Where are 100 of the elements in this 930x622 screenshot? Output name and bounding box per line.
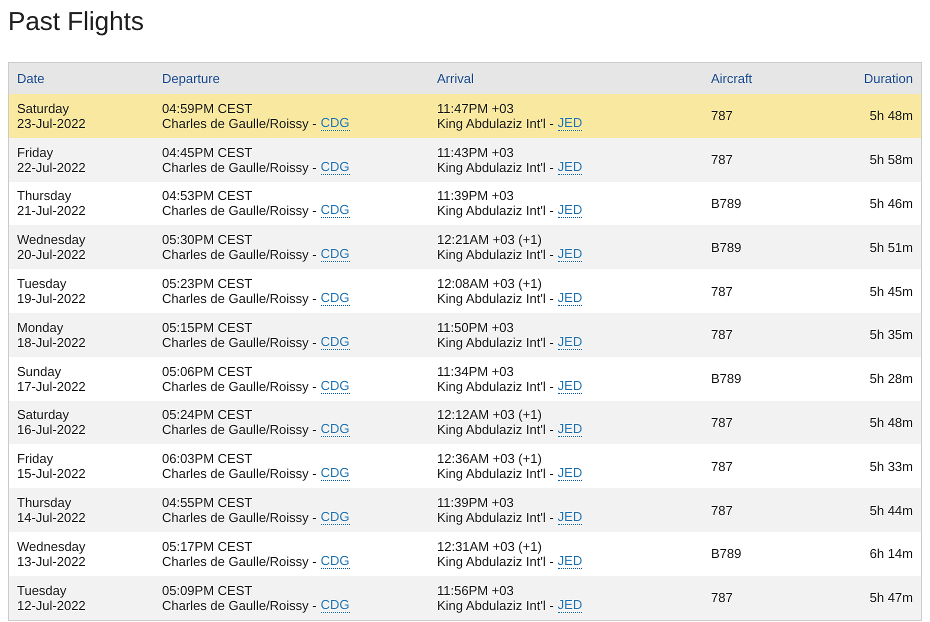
departure-airport: Charles de Gaulle/Roissy -: [162, 422, 317, 438]
arrival-time: 12:08AM +03 (+1): [437, 276, 542, 292]
airport-code-link[interactable]: JED: [558, 510, 582, 526]
airport-code-link[interactable]: CDG: [320, 598, 350, 613]
arrival-airport: King Abdulaziz Int'l -: [437, 203, 554, 218]
flight-duration: 6h 14m: [870, 546, 913, 562]
flight-duration: 5h 46m: [870, 196, 913, 211]
flight-duration: 5h 51m: [870, 240, 913, 255]
flight-duration: 5h 44m: [870, 502, 913, 518]
column-header: Duration: [864, 71, 913, 86]
aircraft-type: 787: [711, 590, 733, 606]
arrival-time: 11:50PM +03: [437, 320, 514, 335]
airport-code-link[interactable]: JED: [558, 160, 582, 175]
aircraft-type: 787: [711, 327, 733, 342]
departure-time: 05:17PM CEST: [162, 538, 252, 554]
column-header: Date: [17, 71, 44, 86]
weekday: Thursday: [17, 188, 72, 204]
arrival-airport: King Abdulaziz Int'l -: [437, 116, 554, 131]
weekday: Sunday: [17, 364, 62, 379]
flight-duration: 5h 35m: [870, 327, 913, 342]
departure-airport: Charles de Gaulle/Roissy -: [162, 378, 317, 394]
arrival-time: 11:39PM +03: [437, 495, 514, 510]
weekday: Saturday: [17, 407, 70, 422]
table-row[interactable]: Thursday 14-Jul-2022 04:55PM CEST Charles de Gaulle/Roissy - CDG 11:39PM +03 King Abdulaziz Int'l - JED 787 5h 44m: [9, 488, 921, 532]
weekday: Tuesday: [17, 276, 66, 292]
departure-airport: Charles de Gaulle/Roissy -: [162, 554, 317, 569]
arrival-time: 12:31AM +03 (+1): [437, 538, 542, 554]
aircraft-type: B789: [711, 546, 742, 562]
flight-date: 15-Jul-2022: [17, 466, 86, 482]
aircraft-type: 787: [711, 414, 733, 430]
airport-code-link[interactable]: CDG: [320, 291, 350, 306]
flight-duration: 5h 48m: [870, 108, 913, 124]
weekday: Thursday: [17, 495, 72, 510]
departure-airport: Charles de Gaulle/Roissy -: [162, 203, 317, 218]
arrival-airport: King Abdulaziz Int'l -: [437, 598, 554, 613]
departure-time: 04:55PM CEST: [162, 495, 252, 510]
table-row[interactable]: Wednesday 20-Jul-2022 05:30PM CEST Charles de Gaulle/Roissy - CDG 12:21AM +03 (+1) King Abdulaziz Int'l - JED B789 5h 51m: [9, 225, 921, 270]
flight-duration: 5h 45m: [870, 284, 913, 299]
flight-date: 13-Jul-2022: [17, 554, 86, 569]
departure-time: 04:45PM CEST: [162, 144, 252, 160]
airport-code-link[interactable]: JED: [558, 554, 582, 569]
arrival-time: 12:21AM +03 (+1): [437, 232, 542, 248]
airport-code-link[interactable]: JED: [558, 598, 582, 613]
table-row[interactable]: Saturday 23-Jul-2022 04:59PM CEST Charles de Gaulle/Roissy - CDG 11:47PM +03 King Abdulaziz Int'l - JED 787 5h 48m: [9, 94, 921, 138]
flight-date: 16-Jul-2022: [17, 422, 86, 438]
departure-time: 05:06PM CEST: [162, 364, 252, 379]
airport-code-link[interactable]: JED: [558, 247, 582, 262]
airport-code-link[interactable]: JED: [558, 291, 582, 306]
aircraft-type: B789: [711, 371, 742, 386]
departure-time: 05:24PM CEST: [162, 407, 252, 422]
airport-code-link[interactable]: CDG: [320, 203, 350, 218]
airport-code-link[interactable]: JED: [558, 466, 582, 482]
airport-code-link[interactable]: CDG: [320, 510, 350, 526]
weekday: Saturday: [17, 100, 70, 116]
flight-date: 17-Jul-2022: [17, 378, 86, 394]
departure-time: 04:59PM CEST: [162, 100, 252, 116]
airport-code-link[interactable]: CDG: [320, 160, 350, 175]
aircraft-type: 787: [711, 458, 733, 474]
column-header: Aircraft: [711, 71, 752, 86]
aircraft-type: 787: [711, 502, 733, 518]
airport-code-link[interactable]: JED: [558, 378, 582, 394]
table-row[interactable]: Monday 18-Jul-2022 05:15PM CEST Charles de Gaulle/Roissy - CDG 11:50PM +03 King Abdulaziz Int'l - JED 787 5h 35m: [9, 312, 921, 357]
airport-code-link[interactable]: CDG: [320, 116, 350, 131]
flight-date: 20-Jul-2022: [17, 247, 86, 262]
departure-airport: Charles de Gaulle/Roissy -: [162, 466, 317, 482]
departure-airport: Charles de Gaulle/Roissy -: [162, 160, 317, 175]
arrival-time: 11:39PM +03: [437, 188, 514, 204]
departure-airport: Charles de Gaulle/Roissy -: [162, 334, 317, 350]
departure-time: 05:30PM CEST: [162, 232, 252, 248]
weekday: Monday: [17, 320, 64, 335]
weekday: Friday: [17, 451, 54, 466]
weekday: Wednesday: [17, 232, 86, 248]
flight-duration: 5h 48m: [870, 414, 913, 430]
arrival-airport: King Abdulaziz Int'l -: [437, 378, 554, 394]
departure-airport: Charles de Gaulle/Roissy -: [162, 116, 317, 131]
table-row[interactable]: Tuesday 12-Jul-2022 05:09PM CEST Charles de Gaulle/Roissy - CDG 11:56PM +03 King Abdulaziz Int'l - JED 787 5h 47m: [9, 576, 921, 620]
table-row[interactable]: Friday 22-Jul-2022 04:45PM CEST Charles de Gaulle/Roissy - CDG 11:43PM +03 King Abdulaziz Int'l - JED 787 5h 58m: [9, 138, 921, 182]
airport-code-link[interactable]: CDG: [320, 334, 350, 350]
airport-code-link[interactable]: JED: [558, 422, 582, 438]
arrival-time: 11:34PM +03: [437, 364, 514, 379]
weekday: Wednesday: [17, 538, 86, 554]
table-row[interactable]: Thursday 21-Jul-2022 04:53PM CEST Charles de Gaulle/Roissy - CDG 11:39PM +03 King Abdulaziz Int'l - JED B789 5h 46m: [9, 182, 921, 226]
airport-code-link[interactable]: CDG: [320, 378, 350, 394]
flight-date: 12-Jul-2022: [17, 598, 86, 613]
airport-code-link[interactable]: JED: [558, 116, 582, 131]
airport-code-link[interactable]: CDG: [320, 554, 350, 569]
airport-code-link[interactable]: CDG: [320, 247, 350, 262]
flight-date: 23-Jul-2022: [17, 116, 86, 131]
airport-code-link[interactable]: CDG: [320, 422, 350, 438]
arrival-airport: King Abdulaziz Int'l -: [437, 247, 554, 262]
arrival-airport: King Abdulaziz Int'l -: [437, 291, 554, 306]
flight-date: 19-Jul-2022: [17, 291, 86, 306]
column-header: Departure: [162, 71, 220, 86]
table-row[interactable]: Saturday 16-Jul-2022 05:24PM CEST Charles de Gaulle/Roissy - CDG 12:12AM +03 (+1) King Abdulaziz Int'l - JED 787 5h 48m: [9, 400, 921, 444]
airport-code-link[interactable]: JED: [558, 334, 582, 350]
departure-time: 05:23PM CEST: [162, 276, 252, 292]
airport-code-link[interactable]: CDG: [320, 466, 350, 482]
departure-time: 05:09PM CEST: [162, 582, 252, 598]
airport-code-link[interactable]: JED: [558, 203, 582, 218]
departure-airport: Charles de Gaulle/Roissy -: [162, 510, 317, 526]
